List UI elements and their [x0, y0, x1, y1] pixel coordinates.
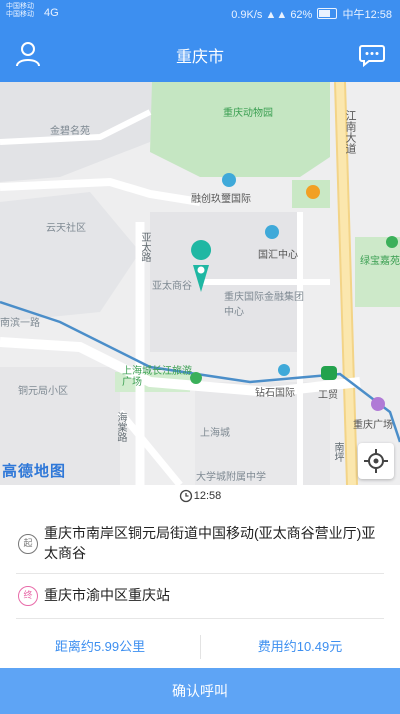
network-speed: 0.9K/s: [231, 9, 263, 21]
map-label: 海棠路: [115, 412, 126, 442]
map-label: 上海城: [200, 428, 230, 439]
clock-time: 中午12:58: [342, 9, 392, 21]
signal-icon: ▲▲: [265, 9, 288, 21]
distance-estimate: 距离约5.99公里: [54, 639, 146, 654]
map-label: 钻石国际: [255, 388, 295, 399]
map-label: 工贸: [318, 390, 338, 401]
page-title: 重庆市: [175, 49, 224, 66]
end-location-row[interactable]: 终 重庆市渝中区重庆站: [16, 577, 384, 613]
end-badge: 终: [18, 586, 38, 606]
map-logo: 高德地图: [2, 463, 67, 480]
map-label: 融创玖璽国际: [191, 194, 251, 205]
map-label: 国汇中心: [258, 250, 298, 261]
app-header: 重庆市: [0, 26, 400, 82]
start-location-row[interactable]: 起 重庆市南岸区铜元局街道中国移动(亚太商谷营业厅)亚太商谷: [16, 511, 384, 574]
locate-button[interactable]: [358, 443, 394, 479]
fare-estimate: 费用约10.49元: [257, 639, 343, 654]
trip-estimate: 距离约5.99公里 费用约10.49元: [0, 627, 400, 667]
map-label: 铜元局小区: [18, 386, 68, 397]
map-label: 重庆国际金融集团中心: [224, 292, 304, 318]
battery-icon: [317, 8, 338, 19]
carrier-label: 中国移动 中国移动: [6, 3, 34, 18]
map-label: 江南大道: [344, 110, 356, 154]
map-label: 云天社区: [46, 223, 86, 234]
departure-time: 12:58: [193, 490, 222, 502]
trip-panel: 12:58 起 重庆市南岸区铜元局街道中国移动(亚太商谷营业厅)亚太商谷 终 重…: [0, 485, 400, 714]
map-label: 亚太商谷: [152, 281, 192, 292]
start-badge: 起: [18, 534, 38, 554]
map-label: 重庆动物园: [223, 108, 273, 119]
map-view[interactable]: 重庆动物园 江南大道 融创玖璽国际 国汇中心 亚太路 亚太商谷 重庆国际金融集团…: [0, 82, 400, 485]
map-label: 南坪: [332, 442, 343, 462]
map-label: 亚太路: [139, 232, 150, 262]
map-label: 上海城长江旅游广场: [122, 366, 192, 388]
map-label: 金碧名苑: [50, 126, 90, 137]
departure-time-row[interactable]: 12:58: [0, 485, 400, 507]
start-address: 重庆市南岸区铜元局街道中国移动(亚太商谷营业厅)亚太商谷: [44, 525, 376, 561]
status-right: 0.9K/s ▲▲ 62% 中午12:58: [231, 6, 392, 22]
network-type: 4G: [44, 7, 59, 19]
end-address: 重庆市渝中区重庆站: [44, 587, 170, 603]
status-bar: 中国移动 中国移动 4G 0.9K/s ▲▲ 62% 中午12:58: [0, 0, 400, 26]
battery-percent: 62%: [290, 9, 313, 21]
map-label: 南滨一路: [0, 318, 40, 329]
chat-icon[interactable]: [358, 40, 386, 68]
map-label: 大学城附属中学: [196, 472, 266, 483]
map-label: 重庆广场: [353, 420, 393, 431]
confirm-call-button[interactable]: 确认呼叫: [0, 668, 400, 714]
map-label: 绿宝嘉苑: [360, 256, 400, 267]
clock-icon: [179, 489, 192, 503]
crosshair-icon: [364, 449, 388, 473]
divider: [16, 618, 384, 619]
